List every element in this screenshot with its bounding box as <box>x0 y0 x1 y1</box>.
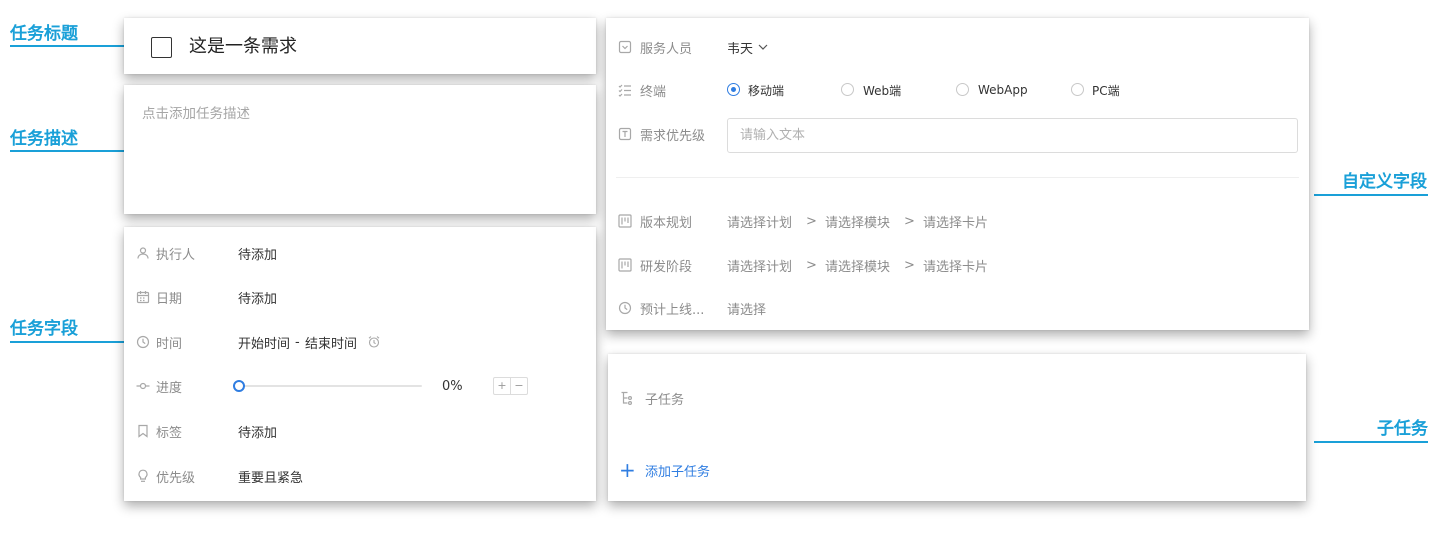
field-label: 标签 <box>156 425 183 441</box>
version-card-select[interactable]: 请选择卡片 <box>923 212 988 231</box>
field-row-date[interactable]: 日期 待添加 <box>124 285 596 309</box>
annotation-line <box>10 45 124 47</box>
task-title[interactable]: 这是一条需求 <box>189 36 297 58</box>
kanban-icon <box>618 258 632 272</box>
annotation-task-title: 任务标题 <box>10 24 78 44</box>
annotation-line <box>1314 194 1428 196</box>
field-label: 时间 <box>156 336 183 352</box>
progress-increment-button[interactable]: + <box>494 378 510 394</box>
version-plan-select[interactable]: 请选择计划 <box>727 212 792 231</box>
field-label: 终端 <box>640 84 667 100</box>
progress-stepper[interactable]: + − <box>493 377 528 395</box>
annotation-task-fields: 任务字段 <box>10 319 78 339</box>
expected-launch-select[interactable]: 请选择 <box>727 299 766 318</box>
annotation-task-description: 任务描述 <box>10 129 78 149</box>
terminal-radio-webapp[interactable] <box>956 83 969 96</box>
field-label: 执行人 <box>156 247 196 263</box>
custom-row-dev-stage: 研发阶段 请选择计划 > 请选择模块 > 请选择卡片 <box>606 253 1309 277</box>
checklist-icon <box>618 83 632 97</box>
time-end[interactable]: 结束时间 <box>305 333 357 352</box>
terminal-option-label[interactable]: WebApp <box>978 83 1028 97</box>
clock-icon <box>618 301 632 315</box>
alarm-clock-icon[interactable] <box>367 335 381 349</box>
annotation-line <box>10 341 124 343</box>
dev-stage-module-select[interactable]: 请选择模块 <box>825 256 890 275</box>
annotation-subtasks: 子任务 <box>1377 419 1428 439</box>
time-separator: - <box>295 334 300 350</box>
breadcrumb-separator: > <box>806 257 817 273</box>
task-complete-checkbox[interactable] <box>151 37 172 58</box>
description-placeholder: 点击添加任务描述 <box>142 106 250 122</box>
progress-decrement-button[interactable]: − <box>510 378 527 394</box>
lightbulb-icon <box>136 469 150 483</box>
custom-row-service-person[interactable]: 服务人员 韦天 <box>606 35 1309 59</box>
calendar-icon <box>136 290 150 304</box>
field-row-progress: 进度 0% + − <box>124 374 596 398</box>
add-subtask-label[interactable]: 添加子任务 <box>645 461 710 480</box>
custom-row-expected-launch[interactable]: 预计上线... 请选择 <box>606 296 1309 320</box>
field-label: 需求优先级 <box>640 128 706 144</box>
breadcrumb-separator: > <box>904 213 915 229</box>
field-label: 优先级 <box>156 470 196 486</box>
task-description-card[interactable]: 点击添加任务描述 <box>124 85 596 214</box>
section-divider <box>616 177 1299 178</box>
time-start[interactable]: 开始时间 <box>238 333 290 352</box>
breadcrumb-separator: > <box>904 257 915 273</box>
annotation-line <box>1314 441 1428 443</box>
field-row-priority[interactable]: 优先级 重要且紧急 <box>124 464 596 488</box>
custom-fields-card: 服务人员 韦天 终端 移动端 Web端 WebApp PC端 需求优先级 版本规… <box>606 18 1309 330</box>
text-field-icon <box>618 127 632 141</box>
terminal-option-label[interactable]: Web端 <box>863 82 901 99</box>
subtask-header: 子任务 <box>608 386 1306 410</box>
annotation-custom-fields: 自定义字段 <box>1342 172 1427 192</box>
field-label: 研发阶段 <box>640 259 693 275</box>
assignee-value[interactable]: 待添加 <box>238 244 277 263</box>
task-title-card: 这是一条需求 <box>124 18 596 74</box>
req-priority-input[interactable] <box>727 118 1298 153</box>
dropdown-field-icon <box>618 40 632 54</box>
terminal-option-label[interactable]: 移动端 <box>748 82 784 99</box>
tags-value[interactable]: 待添加 <box>238 422 277 441</box>
progress-slider-thumb[interactable] <box>233 380 245 392</box>
subtasks-card: 子任务 + 添加子任务 <box>608 354 1306 501</box>
date-value[interactable]: 待添加 <box>238 288 277 307</box>
annotation-line <box>10 150 124 152</box>
progress-icon <box>136 379 150 393</box>
chevron-down-icon[interactable] <box>756 40 770 54</box>
terminal-radio-mobile[interactable] <box>727 83 740 96</box>
version-module-select[interactable]: 请选择模块 <box>825 212 890 231</box>
terminal-radio-web[interactable] <box>841 83 854 96</box>
field-label: 预计上线... <box>640 302 705 318</box>
add-subtask-button[interactable]: + 添加子任务 <box>608 458 1306 482</box>
field-label: 服务人员 <box>640 41 693 57</box>
custom-row-version-plan: 版本规划 请选择计划 > 请选择模块 > 请选择卡片 <box>606 209 1309 233</box>
custom-row-terminal: 终端 移动端 Web端 WebApp PC端 <box>606 78 1309 102</box>
breadcrumb-separator: > <box>806 213 817 229</box>
progress-value: 0% <box>442 378 463 394</box>
plus-icon: + <box>619 458 636 482</box>
bookmark-icon <box>136 424 150 438</box>
terminal-option-label[interactable]: PC端 <box>1092 82 1120 99</box>
subtask-header-label: 子任务 <box>645 392 685 408</box>
clock-icon <box>136 335 150 349</box>
field-row-time[interactable]: 时间 开始时间 - 结束时间 <box>124 330 596 354</box>
progress-slider-track[interactable] <box>239 385 422 387</box>
dev-stage-card-select[interactable]: 请选择卡片 <box>923 256 988 275</box>
subtask-tree-icon <box>620 391 634 405</box>
field-row-tags[interactable]: 标签 待添加 <box>124 419 596 443</box>
priority-value[interactable]: 重要且紧急 <box>238 467 303 486</box>
terminal-radio-pc[interactable] <box>1071 83 1084 96</box>
field-label: 日期 <box>156 291 183 307</box>
dev-stage-plan-select[interactable]: 请选择计划 <box>727 256 792 275</box>
field-row-assignee[interactable]: 执行人 待添加 <box>124 241 596 265</box>
kanban-icon <box>618 214 632 228</box>
user-icon <box>136 246 150 260</box>
field-label: 进度 <box>156 380 183 396</box>
task-fields-card: 执行人 待添加 日期 待添加 时间 开始时间 - 结束时间 进度 0% + − <box>124 227 596 501</box>
field-label: 版本规划 <box>640 215 693 231</box>
service-person-value[interactable]: 韦天 <box>727 38 753 57</box>
